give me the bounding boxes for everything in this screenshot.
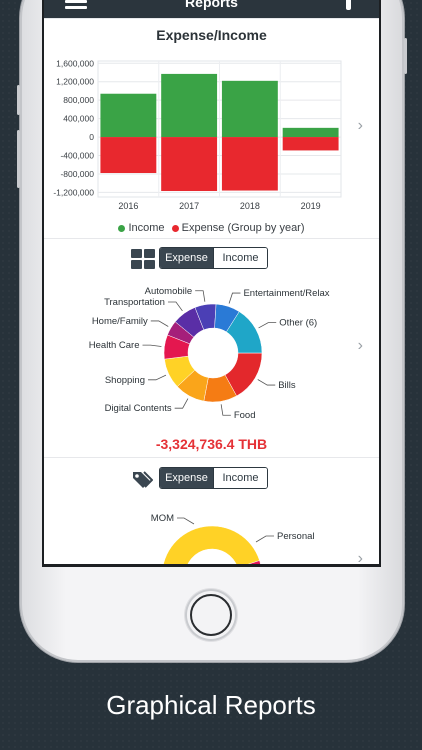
power-button	[404, 38, 407, 74]
label-leader-line	[174, 398, 189, 409]
tag-type-toggle: Expense Income	[159, 467, 268, 489]
donut-slice[interactable]	[162, 525, 260, 567]
slice-label: Other (6)	[279, 318, 317, 329]
slice-label: Home/Family	[92, 316, 148, 327]
app-screen: Reports Expense/Income 1,600,000 1,200,00…	[42, 0, 381, 567]
y-tick-label: 1,200,000	[56, 77, 94, 87]
label-leader-line	[177, 517, 195, 525]
chevron-right-icon[interactable]: ›	[358, 117, 363, 135]
slice-label: Transportation	[104, 297, 165, 308]
slice-label: Personal	[277, 531, 315, 542]
label-leader-line	[258, 322, 277, 329]
tag-card[interactable]: Expense Income MOM Personal ›	[44, 458, 379, 567]
legend-income: Income	[128, 222, 165, 234]
category-donut-chart: Bills Food Digital Contents Shopping Health …	[89, 286, 330, 421]
tag-donut-chart: MOM Personal	[151, 513, 315, 567]
tag-icon[interactable]	[131, 470, 153, 488]
volume-up-button	[17, 130, 20, 188]
category-total: -3,324,736.4 THB	[155, 436, 268, 452]
category-type-toggle: Expense Income	[159, 247, 268, 269]
label-leader-line	[220, 404, 231, 416]
label-leader-line	[167, 301, 183, 312]
x-tick-label: 2016	[118, 201, 138, 209]
expense-bar[interactable]	[282, 137, 339, 151]
label-leader-line	[257, 379, 276, 386]
bar-legend: Income Expense (Group by year)	[44, 222, 379, 234]
home-button[interactable]	[185, 589, 237, 641]
y-tick-label: 400,000	[63, 114, 94, 124]
label-leader-line	[255, 535, 274, 543]
legend-group: (Group by year)	[227, 222, 305, 234]
income-bar[interactable]	[221, 80, 278, 138]
y-tick-label: -400,000	[60, 151, 94, 161]
y-tick-label: -1,200,000	[53, 187, 94, 197]
income-legend-dot	[118, 224, 126, 232]
toggle-expense[interactable]: Expense	[160, 248, 213, 268]
filter-icon[interactable]	[346, 0, 351, 10]
slice-label: Health Care	[89, 340, 140, 351]
income-bar[interactable]	[161, 73, 218, 138]
label-leader-line	[150, 320, 169, 327]
legend-expense: Expense	[181, 222, 225, 234]
income-bar[interactable]	[100, 93, 157, 138]
category-card[interactable]: Expense Income Bills Food Digital Contents…	[44, 239, 379, 457]
toggle-expense[interactable]: Expense	[160, 468, 213, 488]
expense-income-bar-chart: 1,600,000 1,200,000 800,000 400,000 0 -400,00…	[53, 58, 342, 209]
y-tick-label: 1,600,000	[56, 58, 94, 68]
slice-label: Food	[234, 410, 256, 421]
expense-bar[interactable]	[161, 137, 218, 192]
expense-bar[interactable]	[221, 137, 278, 191]
slice-label: MOM	[151, 513, 174, 524]
promo-caption: Graphical Reports	[106, 690, 316, 720]
y-tick-label: 0	[89, 132, 94, 142]
toggle-income[interactable]: Income	[213, 248, 267, 268]
label-leader-line	[228, 292, 241, 304]
chevron-right-icon[interactable]: ›	[358, 550, 363, 564]
expense-bar[interactable]	[100, 137, 157, 174]
expense-income-card[interactable]: Expense/Income 1,600,000 1,200,000 800,000…	[44, 19, 379, 238]
slice-label: Shopping	[105, 375, 145, 386]
y-tick-label: -800,000	[60, 169, 94, 179]
chevron-right-icon[interactable]: ›	[358, 337, 363, 355]
y-tick-label: 800,000	[63, 95, 94, 105]
slice-label: Digital Contents	[105, 403, 172, 414]
x-tick-label: 2017	[179, 201, 199, 209]
expense-legend-dot	[171, 224, 179, 232]
income-bar[interactable]	[282, 127, 339, 138]
slice-label: Entertainment/Relax	[243, 288, 329, 299]
mute-switch	[17, 85, 20, 115]
toggle-income[interactable]: Income	[213, 468, 267, 488]
label-leader-line	[147, 374, 167, 381]
x-tick-label: 2018	[240, 201, 260, 209]
slice-label: Bills	[278, 380, 296, 391]
grid-icon[interactable]	[131, 249, 155, 269]
nav-title: Reports	[185, 0, 238, 10]
nav-bar: Reports	[44, 0, 379, 18]
label-leader-line	[195, 290, 206, 302]
slice-label: Automobile	[145, 286, 193, 297]
x-tick-label: 2019	[301, 201, 321, 209]
label-leader-line	[142, 344, 162, 347]
